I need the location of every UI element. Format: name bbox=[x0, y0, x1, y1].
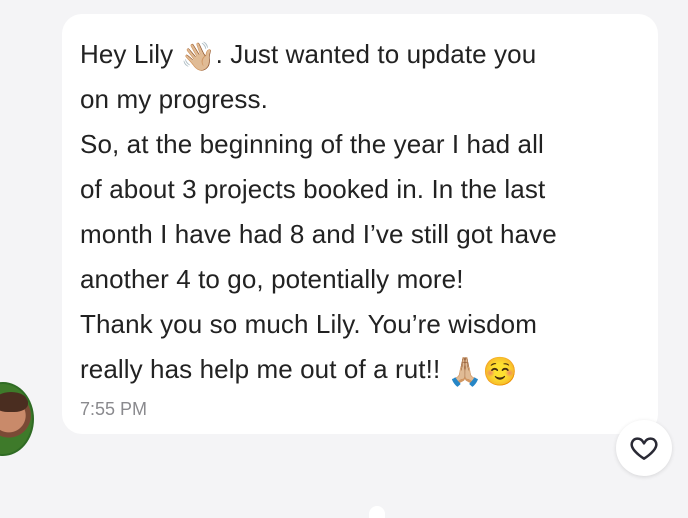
message-line-8: really has help me out of a rut!! 🙏🏼☺️ bbox=[80, 347, 636, 392]
heart-icon bbox=[630, 437, 658, 460]
timestamp: 7:55 PM bbox=[80, 399, 148, 419]
message-text: Hey Lily 👋🏼. Just wanted to update you o… bbox=[80, 32, 636, 392]
message-segment: Hey Lily bbox=[80, 39, 181, 69]
message-line-7: Thank you so much Lily. You’re wisdom bbox=[80, 309, 537, 339]
message-line-3: So, at the beginning of the year I had a… bbox=[80, 129, 544, 159]
message-segment: . Just wanted to update you bbox=[215, 39, 537, 69]
folded-hands-icon: 🙏🏼☺️ bbox=[447, 355, 518, 388]
message-line-4: of about 3 projects booked in. In the la… bbox=[80, 174, 546, 204]
message-line-5: month I have had 8 and I’ve still got ha… bbox=[80, 219, 557, 249]
scroll-indicator bbox=[369, 506, 385, 518]
message-line-1: Hey Lily 👋🏼. Just wanted to update you bbox=[80, 32, 636, 77]
avatar[interactable] bbox=[0, 382, 34, 456]
message-bubble: Hey Lily 👋🏼. Just wanted to update you o… bbox=[62, 14, 658, 434]
heart-reaction-button[interactable] bbox=[616, 420, 672, 476]
waving-hand-icon: 👋🏼 bbox=[180, 40, 216, 73]
message-line-2: on my progress. bbox=[80, 84, 268, 114]
message-line-6: another 4 to go, potentially more! bbox=[80, 264, 464, 294]
message-segment: really has help me out of a rut!! bbox=[80, 354, 448, 384]
